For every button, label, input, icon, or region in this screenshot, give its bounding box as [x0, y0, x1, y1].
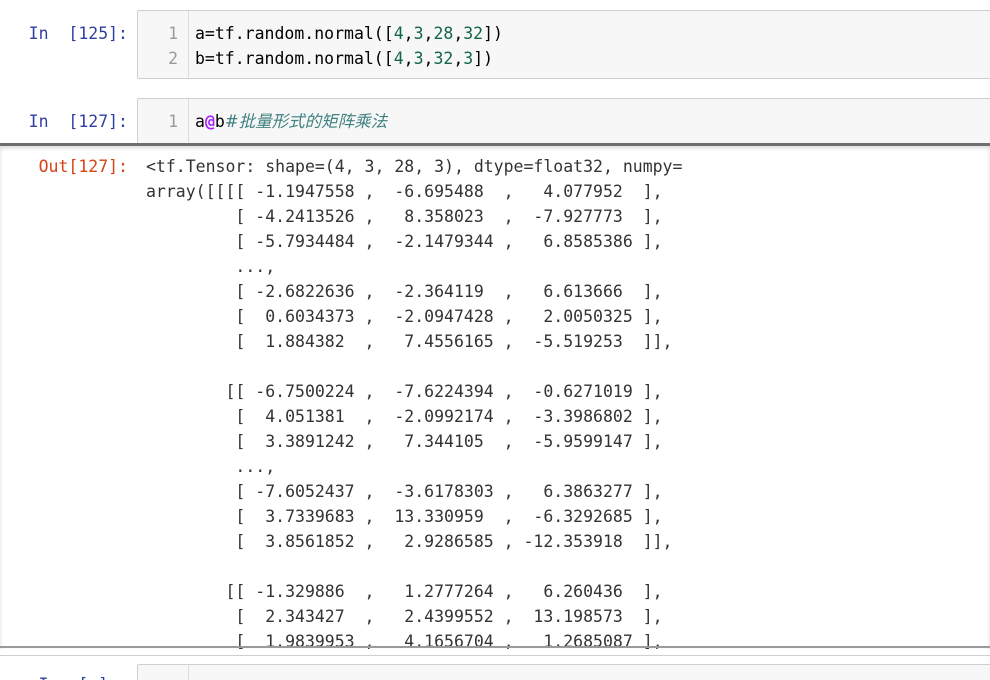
code-token: , — [453, 49, 464, 68]
code-token: , — [423, 24, 434, 43]
code-token: b — [214, 112, 225, 131]
output-line: ..., — [146, 257, 276, 276]
code-token: 32 — [463, 24, 484, 43]
cell-1-prompt: In [125]: — [28, 24, 128, 43]
output-line: [ -5.7934484 , -2.1479344 , 6.8585386 ], — [146, 232, 663, 251]
output-line: [ 1.884382 , 7.4556165 , -5.519253 ]], — [146, 332, 673, 351]
code-token: 3 — [413, 49, 424, 68]
code-token: , — [403, 49, 414, 68]
line-number: 1 — [168, 112, 178, 131]
cell-2-prompt: In [127]: — [28, 112, 128, 131]
code-token: 4 — [393, 49, 404, 68]
output-line: [ -2.6822636 , -2.364119 , 6.613666 ], — [146, 282, 663, 301]
code-token: , — [403, 24, 414, 43]
code-token: 28 — [433, 24, 454, 43]
code-token: 4 — [393, 24, 404, 43]
code-token: 3 — [463, 49, 474, 68]
output-line: [[ -6.7500224 , -7.6224394 , -0.6271019 … — [146, 382, 663, 401]
code-line: b=tf.random.normal([4,3,32,3]) — [195, 46, 493, 71]
output-scroll-boundary — [0, 646, 990, 648]
cell-2-code-editor[interactable]: 1 a@b#批量形式的矩阵乘法 — [137, 98, 990, 144]
cell-1-line-gutter: 1 2 — [138, 11, 189, 78]
cell-2-line-gutter: 1 — [138, 99, 189, 143]
output-prompt: Out[127]: — [38, 157, 128, 176]
output-line: [ 3.7339683 , 13.330959 , -6.3292685 ], — [146, 507, 663, 526]
code-token: @ — [204, 112, 215, 131]
line-number: 2 — [168, 49, 178, 68]
cell-1-code-editor[interactable]: 1 2 a=tf.random.normal([4,3,28,32]) b=tf… — [137, 10, 990, 79]
output-line: array([[[[ -1.1947558 , -6.695488 , 4.07… — [146, 182, 663, 201]
output-line: [ 3.8561852 , 2.9286585 , -12.353918 ]], — [146, 532, 673, 551]
code-token: #批量形式的矩阵乘法 — [224, 112, 388, 131]
cell-2-output-area[interactable]: Out[127]: <tf.Tensor: shape=(4, 3, 28, 3… — [0, 143, 990, 649]
output-line: [ 2.343427 , 2.4399552 , 13.198573 ], — [146, 607, 663, 626]
code-token: 32 — [433, 49, 454, 68]
cell-3-line-gutter — [138, 665, 189, 680]
code-token: ]) — [483, 24, 503, 43]
code-line: a@b#批量形式的矩阵乘法 — [195, 109, 387, 134]
output-line: [ -7.6052437 , -3.6178303 , 6.3863277 ], — [146, 482, 663, 501]
code-token: a — [195, 112, 205, 131]
code-line: a=tf.random.normal([4,3,28,32]) — [195, 21, 503, 46]
cell-divider — [0, 655, 990, 656]
code-token: b=tf.random.normal([ — [195, 49, 394, 68]
output-line: [[ -1.329886 , 1.2777264 , 6.260436 ], — [146, 582, 663, 601]
code-token: 3 — [413, 24, 424, 43]
output-line: <tf.Tensor: shape=(4, 3, 28, 3), dtype=f… — [146, 157, 683, 176]
code-token: a=tf.random.normal([ — [195, 24, 394, 43]
code-token: , — [423, 49, 434, 68]
output-line: [ -4.2413526 , 8.358023 , -7.927773 ], — [146, 207, 663, 226]
line-number: 1 — [168, 24, 178, 43]
output-line: ..., — [146, 457, 276, 476]
code-token: , — [453, 24, 464, 43]
cell-3-prompt: In [ ]: — [0, 672, 118, 680]
output-line: [ 0.6034373 , -2.0947428 , 2.0050325 ], — [146, 307, 663, 326]
output-line: [ 4.051381 , -2.0992174 , -3.3986802 ], — [146, 407, 663, 426]
code-token: ]) — [473, 49, 494, 68]
output-line: [ 3.3891242 , 7.344105 , -5.9599147 ], — [146, 432, 663, 451]
cell-3-code-editor[interactable] — [137, 664, 990, 680]
